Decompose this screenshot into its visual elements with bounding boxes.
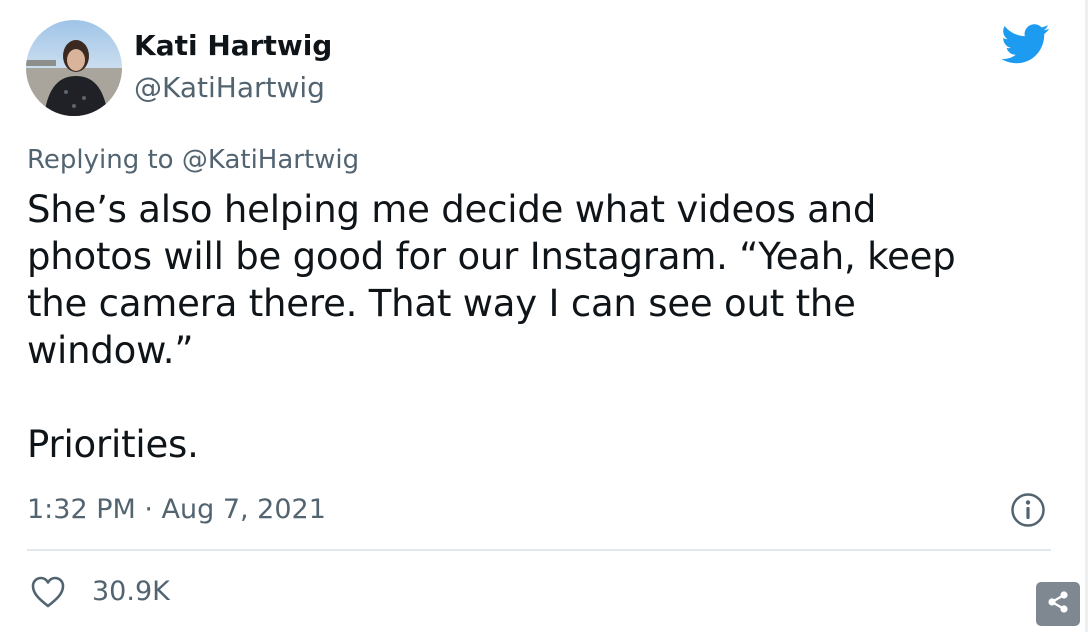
info-icon[interactable]	[1010, 492, 1046, 528]
reply-context: Replying to @KatiHartwig	[27, 145, 360, 175]
tweet-text: She’s also helping me decide what videos…	[27, 188, 956, 466]
tweet-timestamp[interactable]: 1:32 PM · Aug 7, 2021	[27, 492, 326, 528]
author-handle[interactable]: @KatiHartwig	[134, 70, 325, 106]
avatar[interactable]	[26, 20, 122, 116]
author-name[interactable]: Kati Hartwig	[134, 28, 332, 64]
like-button[interactable]: 30.9K	[30, 574, 170, 610]
share-icon	[1045, 589, 1071, 619]
divider	[27, 549, 1051, 551]
heart-icon	[30, 575, 66, 609]
share-button[interactable]	[1036, 582, 1080, 626]
like-count: 30.9K	[92, 576, 170, 607]
tweet-card: Kati Hartwig @KatiHartwig Replying to @K…	[0, 0, 1088, 632]
twitter-bird-icon[interactable]	[1001, 24, 1050, 64]
